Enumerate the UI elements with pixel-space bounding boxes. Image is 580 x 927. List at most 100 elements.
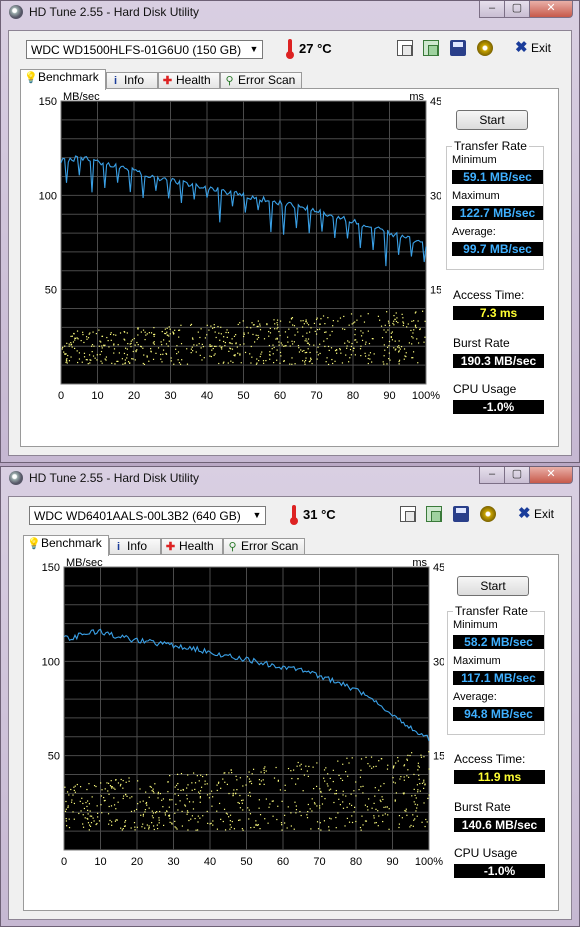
chevron-down-icon[interactable]: ▼ [246,41,262,58]
main-client: WDC WD6401AALS-00L3B2 (640 GB) ▼ 31 °C ✖… [8,496,572,920]
options-icon[interactable] [480,506,496,522]
copy-text-icon[interactable] [400,506,416,522]
maximize-button[interactable]: ▢ [504,1,530,18]
access-time-point [165,332,167,335]
access-time-point [235,775,237,777]
access-time-point [187,811,189,813]
access-time-point [394,340,396,342]
access-time-point [239,354,241,356]
access-time-point [378,815,380,817]
drive-select[interactable]: WDC WD6401AALS-00L3B2 (640 GB) ▼ [29,506,266,525]
access-time-point [131,358,133,360]
tab-error-scan[interactable]: ⚲ Error Scan [223,538,305,555]
access-time-point [411,752,413,754]
copy-text-icon[interactable] [397,40,413,56]
access-time-point [237,323,239,326]
save-icon[interactable] [450,40,466,56]
access-time-point [254,341,256,343]
exit-button[interactable]: Exit [531,41,551,55]
start-button[interactable]: Start [457,576,529,596]
tab-health[interactable]: ✚ Health [161,538,223,555]
options-icon[interactable] [477,40,493,56]
access-time-point [186,810,189,812]
access-time-point [107,813,110,815]
title-bar[interactable]: HD Tune 2.55 - Hard Disk Utility – ▢ ✕ [1,1,579,23]
access-time-point [126,795,128,797]
maximize-button[interactable]: ▢ [504,467,530,484]
tab-benchmark[interactable]: 💡 Benchmark [20,69,106,90]
access-time-point [93,820,95,822]
tab-health[interactable]: ✚ Health [158,72,220,89]
close-button[interactable]: ✕ [529,467,573,484]
x-tick-label: 50 [240,856,252,868]
close-button[interactable]: ✕ [529,1,573,18]
access-time-point [317,828,320,830]
access-time-point [203,357,205,359]
access-time-point [363,321,366,323]
copy-image-icon[interactable] [423,40,439,56]
access-time-point [232,792,234,794]
exit-button[interactable]: Exit [534,507,554,521]
info-icon: i [113,75,118,87]
access-time-point [377,315,380,317]
access-time-point [355,781,357,783]
access-time-point [227,331,230,334]
access-time-point [284,789,286,792]
exit-icon[interactable]: ✖ [518,504,531,522]
access-time-point [72,341,75,343]
tab-info[interactable]: i Info [109,538,161,555]
access-time-point [234,355,236,357]
transfer-rate-group: Transfer Rate Minimum 59.1 MB/sec Maximu… [446,139,544,270]
access-time-point [126,357,128,359]
access-time-point [118,352,120,354]
access-time-point [92,331,94,333]
title-bar[interactable]: HD Tune 2.55 - Hard Disk Utility – ▢ ✕ [1,467,579,489]
access-time-point [378,760,380,762]
access-time-point [420,756,423,758]
access-time-point [215,336,217,339]
access-time-point [186,794,188,796]
start-button[interactable]: Start [456,110,528,130]
minimize-button[interactable]: – [479,467,505,484]
access-time-point [113,797,115,799]
tab-benchmark[interactable]: 💡 Benchmark [23,535,109,556]
access-time-point [113,352,115,354]
hdtune-window-2: HD Tune 2.55 - Hard Disk Utility – ▢ ✕ W… [0,466,580,927]
access-time-point [322,315,325,317]
access-time-point [96,354,98,356]
access-time-point [190,352,192,354]
copy-image-icon[interactable] [426,506,442,522]
access-time-point [134,829,136,831]
access-time-point [281,344,283,346]
access-time-point [188,801,191,803]
access-time-point [93,784,96,787]
access-time-point [250,827,252,829]
access-time-point [406,758,408,760]
access-time-point [358,789,360,791]
chevron-down-icon[interactable]: ▼ [249,507,265,524]
access-time-point [233,335,236,337]
access-time-point [273,777,276,779]
tab-info[interactable]: i Info [106,72,158,89]
access-time-point [111,362,113,364]
x-tick-label: 0 [58,390,64,402]
exit-icon[interactable]: ✖ [515,38,528,56]
save-icon[interactable] [453,506,469,522]
access-time-point [101,335,103,337]
drive-select[interactable]: WDC WD1500HLFS-01G6U0 (150 GB) ▼ [26,40,263,59]
health-icon: ✚ [165,541,176,553]
access-time-point [70,356,72,358]
access-time-point [298,351,301,353]
access-time-point [292,324,294,326]
access-time-point [276,349,278,351]
access-time-point [398,823,400,825]
access-time-point [209,345,211,347]
access-time-point [226,813,229,815]
minimize-button[interactable]: – [479,1,505,18]
access-time-point [295,783,297,785]
access-time-point [190,348,192,350]
access-time-point [255,820,257,822]
tab-error-scan[interactable]: ⚲ Error Scan [220,72,302,89]
access-time-point [136,826,138,828]
access-time-point [106,336,108,339]
